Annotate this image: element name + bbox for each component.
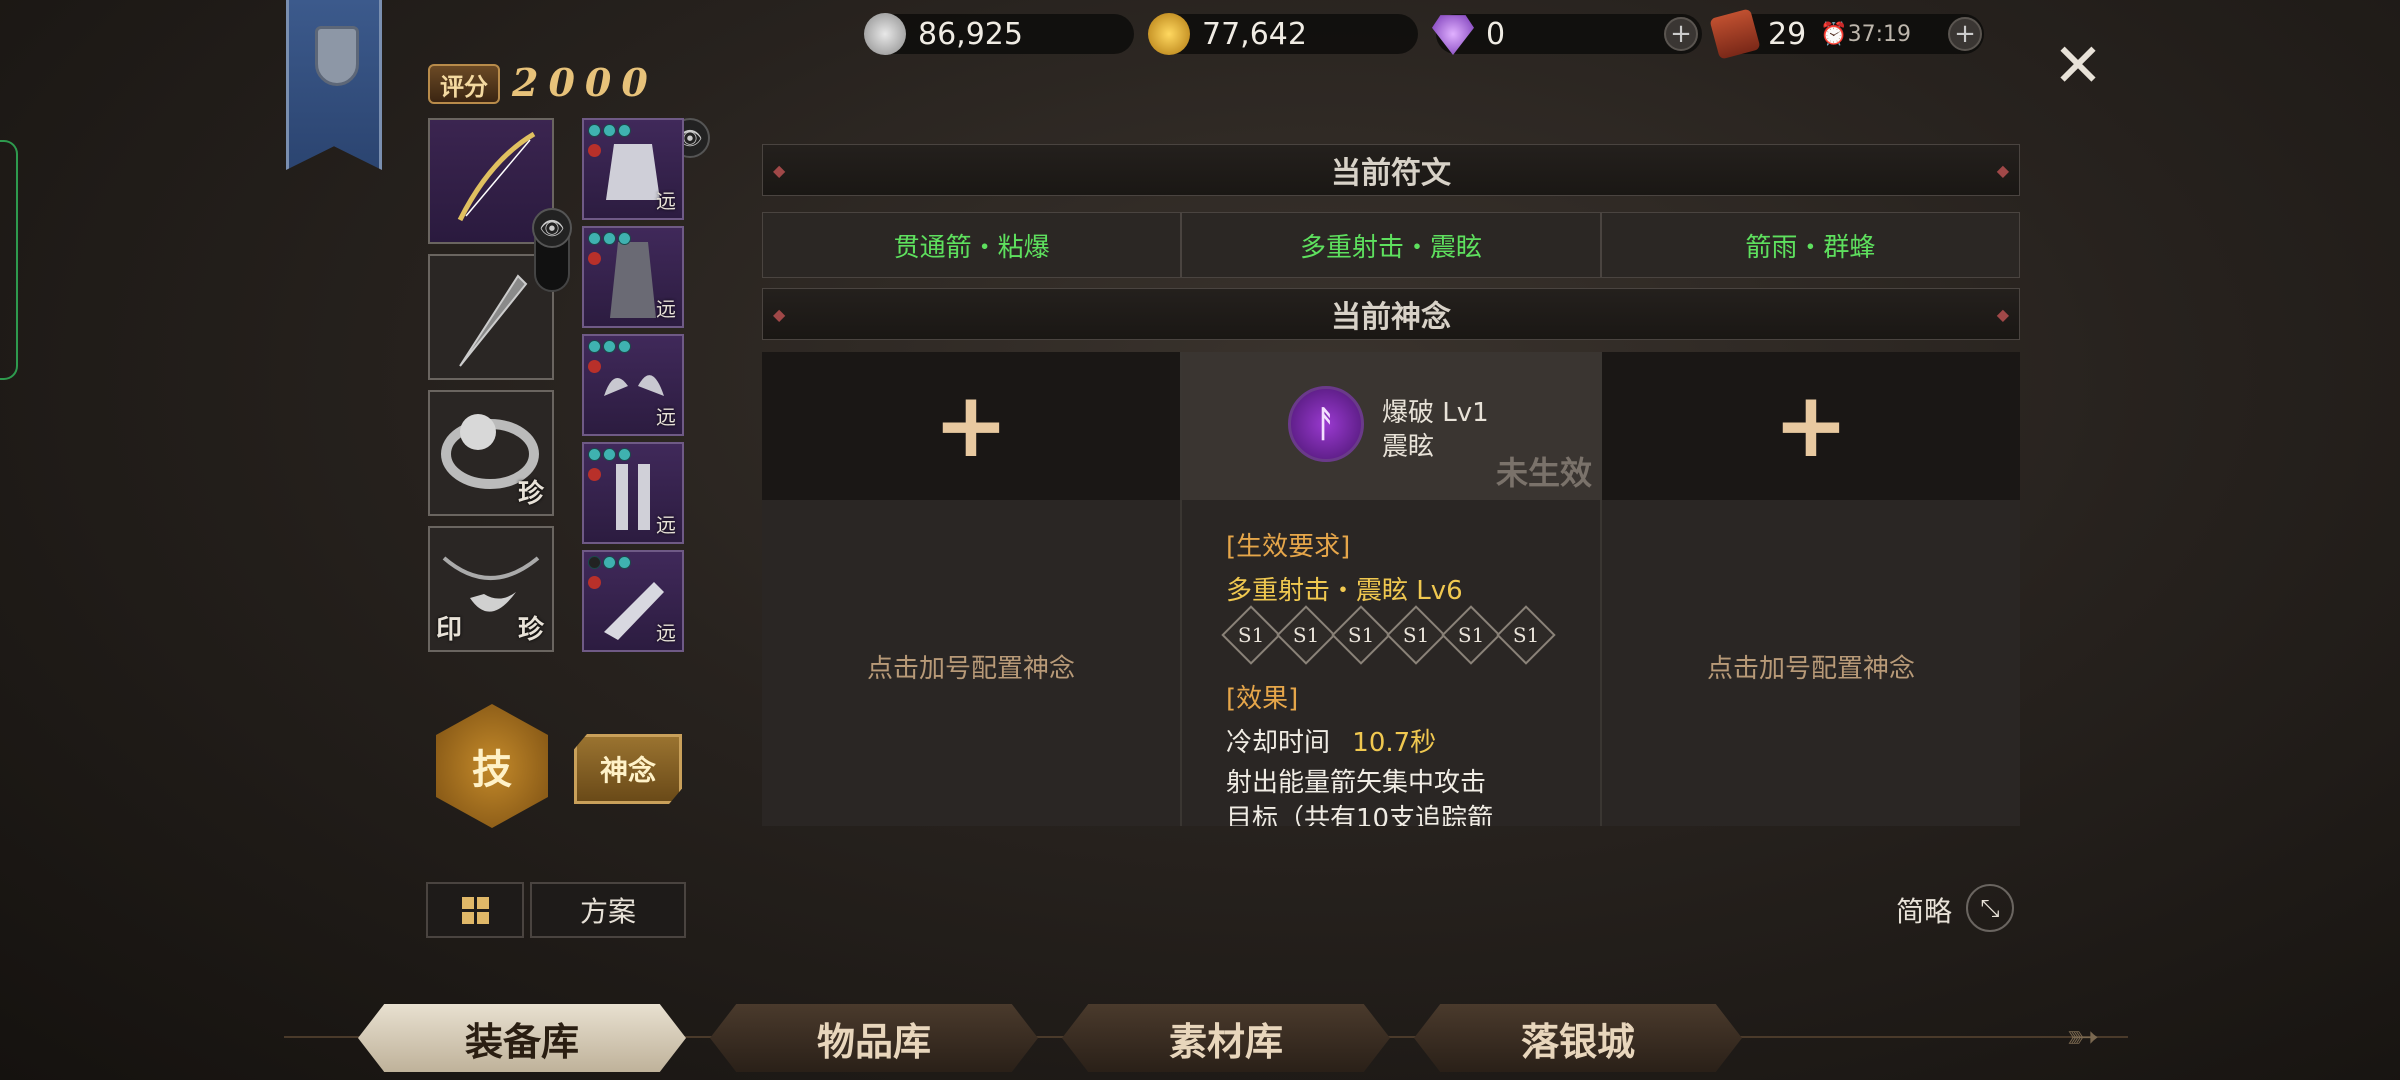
armor-slot-cloak[interactable]: 远: [582, 226, 684, 328]
tab-items[interactable]: 物品库: [710, 1004, 1038, 1072]
tab-equipment[interactable]: 装备库: [358, 1004, 686, 1072]
side-handle[interactable]: [0, 140, 18, 380]
currency-ticket: 29 ⏰ 37:19: [1709, 8, 1984, 60]
currency-gold: 77,642: [1148, 13, 1418, 55]
shield-emblem-icon: [315, 26, 359, 86]
tab-materials[interactable]: 素材库: [1062, 1004, 1390, 1072]
cooldown-label: 冷却时间: [1226, 728, 1331, 758]
ornament-icon: ◆: [773, 160, 786, 180]
cooldown-row: 冷却时间 10.7秒: [1226, 722, 1436, 759]
armor-slot-legs[interactable]: 远: [582, 442, 684, 544]
s1-badge-icon: S1: [1331, 605, 1391, 665]
s1-badge-icon: S1: [1496, 605, 1556, 665]
requirement-badges: S1 S1 S1 S1 S1 S1: [1221, 605, 1556, 665]
silver-coin-icon: [864, 13, 906, 55]
belief-slot-active[interactable]: ᚨ 爆破 Lv1 震眩 未生效 [生效要求] 多重射击・震眩 Lv6 S1 S1…: [1182, 352, 1602, 826]
skill-button[interactable]: 技: [436, 704, 548, 828]
gold-amount: 77,642: [1202, 16, 1307, 52]
alarm-clock-icon: ⏰: [1820, 21, 1848, 47]
ornament-icon: ◆: [773, 304, 786, 324]
silver-amount: 86,925: [918, 16, 1023, 52]
score-value: 2000: [512, 60, 658, 105]
range-tag: 远: [656, 621, 676, 645]
belief-subtitle: 震眩: [1382, 432, 1435, 462]
belief-header-title: 当前神念: [1331, 300, 1451, 335]
ticket-amount: 29: [1768, 16, 1807, 52]
gold-coin-icon: [1148, 13, 1190, 55]
rune-item[interactable]: 多重射击・震眩: [1181, 212, 1601, 278]
guild-banner[interactable]: [286, 0, 382, 170]
belief-state: 未生效: [1495, 454, 1592, 492]
equip-slot-necklace[interactable]: 印 珍: [428, 526, 554, 652]
rune-header-title: 当前符文: [1331, 156, 1451, 191]
s1-badge-icon: S1: [1386, 605, 1446, 665]
belief-slots: + 点击加号配置神念 ᚨ 爆破 Lv1 震眩 未生效 [生效要求] 多重射击・震…: [762, 352, 2020, 826]
plan-button[interactable]: 方案: [530, 882, 686, 938]
belief-button[interactable]: 神念: [574, 734, 682, 804]
currency-diamond: 0: [1432, 14, 1702, 55]
rarity-tag: 珍: [517, 615, 544, 645]
add-diamond-button[interactable]: +: [1664, 17, 1698, 51]
score-label: 评分: [428, 64, 500, 104]
cooldown-value: 10.7秒: [1352, 728, 1437, 758]
ticket-icon: [1709, 8, 1761, 60]
ornament-icon: ◆: [1996, 304, 2009, 324]
close-button[interactable]: ✕: [2050, 36, 2106, 96]
requirement-skill: 多重射击・震眩 Lv6: [1226, 576, 1463, 606]
add-belief-plus-icon[interactable]: +: [1773, 381, 1848, 471]
effect-desc: 目标（共有10支追踪箭: [1226, 804, 1494, 826]
rune-item[interactable]: 箭雨・群蜂: [1600, 212, 2020, 278]
s1-badge-icon: S1: [1441, 605, 1501, 665]
range-tag: 远: [656, 297, 676, 321]
belief-name: 爆破 Lv1: [1382, 398, 1489, 428]
range-tag: 远: [656, 405, 676, 429]
s1-badge-icon: S1: [1276, 605, 1336, 665]
rune-shield-icon: ᚨ: [1288, 386, 1364, 462]
range-tag: 远: [656, 189, 676, 213]
collapse-arrows-icon[interactable]: ⤡: [1966, 884, 2014, 932]
belief-slot-empty[interactable]: + 点击加号配置神念: [762, 352, 1182, 826]
currency-silver: 86,925: [864, 13, 1134, 55]
diamond-amount: 0: [1486, 16, 1506, 52]
grid-icon: [461, 896, 489, 924]
brief-label[interactable]: 简略: [1896, 890, 1952, 930]
grid-view-button[interactable]: [426, 882, 524, 938]
rune-list: 贯通箭・粘爆 多重射击・震眩 箭雨・群蜂: [762, 212, 2020, 278]
range-tag: 远: [656, 513, 676, 537]
belief-hint: 点击加号配置神念: [866, 654, 1075, 684]
effect-title: [效果]: [1226, 684, 1299, 714]
ornament-icon: ◆: [1996, 160, 2009, 180]
tab-luoyin-city[interactable]: 落银城: [1414, 1004, 1742, 1072]
add-belief-plus-icon[interactable]: +: [933, 381, 1008, 471]
seal-tag: 印: [436, 615, 463, 645]
effect-desc: 射出能量箭矢集中攻击: [1226, 768, 1487, 798]
add-ticket-button[interactable]: +: [1948, 17, 1982, 51]
armor-slot-chest[interactable]: 远: [582, 118, 684, 220]
belief-slot-empty[interactable]: + 点击加号配置神念: [1602, 352, 2020, 826]
diamond-icon: [1432, 15, 1474, 55]
belief-hint: 点击加号配置神念: [1706, 654, 1915, 684]
equip-slot-ring[interactable]: 珍: [428, 390, 554, 516]
rune-item[interactable]: 贯通箭・粘爆: [762, 212, 1182, 278]
belief-header: ◆ 当前神念 ◆: [762, 288, 2020, 340]
armor-slot-shoulder[interactable]: 远: [582, 334, 684, 436]
s1-badge-icon: S1: [1221, 605, 1281, 665]
ticket-timer: 37:19: [1847, 21, 1911, 47]
arrow-ornament-icon: ➳: [2066, 1014, 2100, 1060]
armor-slot-boots[interactable]: 远: [582, 550, 684, 652]
requirement-title: [生效要求]: [1226, 532, 1351, 562]
eye-icon[interactable]: 👁: [532, 208, 572, 248]
rarity-tag: 珍: [517, 479, 544, 509]
rune-header: ◆ 当前符文 ◆: [762, 144, 2020, 196]
